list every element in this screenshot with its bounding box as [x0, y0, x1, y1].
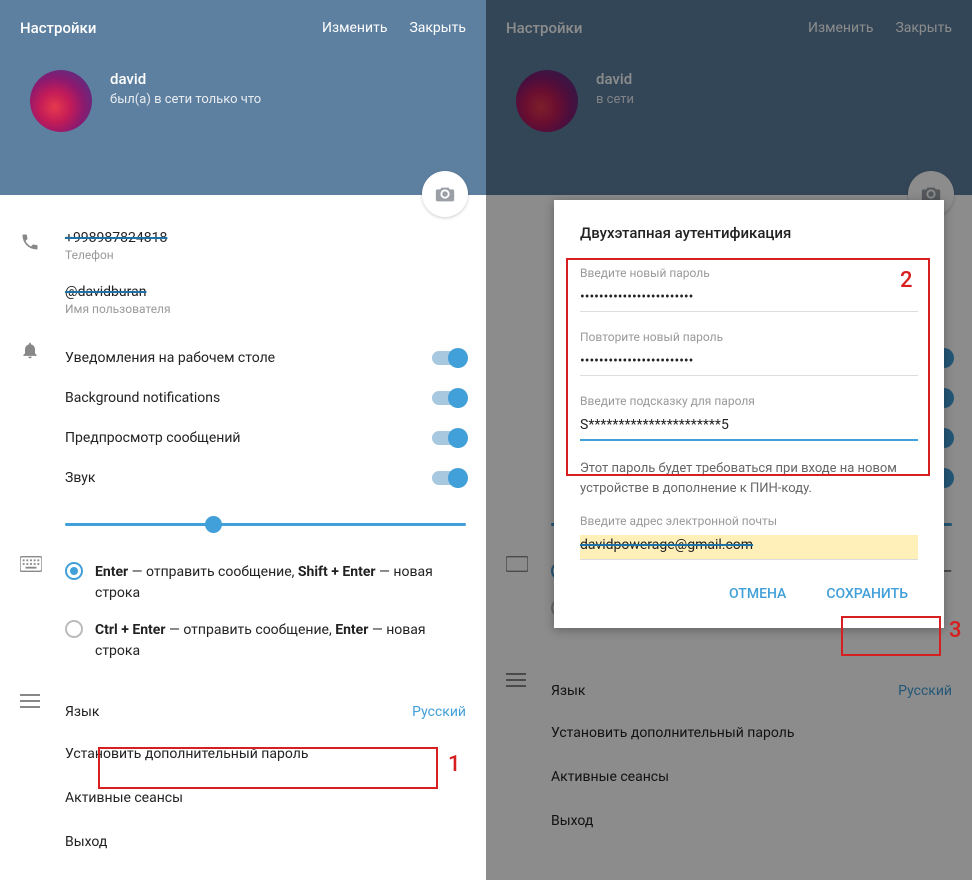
toggle[interactable]	[432, 471, 466, 485]
dialog-note: Этот пароль будет требоваться при входе …	[580, 459, 918, 498]
page-title: Настройки	[20, 19, 300, 37]
username-value[interactable]: @davidburan	[65, 284, 466, 300]
settings-content: +998987824818 Телефон @davidburan Имя по…	[0, 195, 486, 880]
cancel-button[interactable]: ОТМЕНА	[719, 578, 796, 610]
toggle[interactable]	[432, 351, 466, 365]
avatar[interactable]	[30, 70, 92, 132]
camera-icon	[434, 183, 456, 205]
radio-icon	[65, 562, 83, 580]
background-notifications-row[interactable]: Background notifications	[65, 378, 466, 418]
profile-block: david был(а) в сети только что	[0, 55, 486, 195]
annotation-label-2: 2	[900, 268, 913, 293]
new-password-input[interactable]	[580, 287, 918, 312]
hint-input[interactable]	[580, 415, 918, 441]
settings-panel-step2: Настройки Изменить Закрыть david в сети …	[486, 0, 972, 880]
message-preview-row[interactable]: Предпросмотр сообщений	[65, 418, 466, 458]
keyboard-icon	[20, 556, 42, 572]
change-photo-button[interactable]	[422, 171, 468, 217]
toggle[interactable]	[432, 431, 466, 445]
repeat-password-input[interactable]	[580, 351, 918, 376]
toggle[interactable]	[432, 391, 466, 405]
email-label: Введите адрес электронной почты	[580, 514, 918, 528]
hint-label: Введите подсказку для пароля	[580, 394, 918, 408]
email-input[interactable]	[580, 535, 918, 560]
send-enter-option[interactable]: Enter — отправить сообщение, Shift + Ent…	[65, 554, 466, 612]
settings-panel-step1: Настройки Изменить Закрыть david был(а) …	[0, 0, 486, 880]
profile-status: был(а) в сети только что	[110, 92, 261, 107]
save-button[interactable]: СОХРАНИТЬ	[816, 578, 918, 610]
annotation-label-3: 3	[949, 618, 962, 643]
bell-icon	[20, 340, 40, 360]
username-label: Имя пользователя	[65, 302, 466, 316]
new-password-label: Введите новый пароль	[580, 266, 918, 280]
set-additional-password[interactable]: Установить дополнительный пароль	[65, 732, 466, 776]
phone-value[interactable]: +998987824818	[65, 230, 466, 246]
header: Настройки Изменить Закрыть	[0, 0, 486, 55]
phone-icon	[20, 232, 40, 252]
radio-icon	[65, 620, 83, 638]
active-sessions[interactable]: Активные сеансы	[65, 776, 466, 820]
two-step-dialog: Двухэтапная аутентификация Введите новый…	[554, 200, 944, 628]
close-button[interactable]: Закрыть	[409, 20, 466, 36]
annotation-label-1: 1	[448, 752, 461, 777]
edit-button[interactable]: Изменить	[322, 20, 387, 36]
repeat-password-label: Повторите новый пароль	[580, 330, 918, 344]
menu-icon	[20, 694, 40, 708]
language-row[interactable]: Язык Русский	[65, 692, 466, 732]
profile-name: david	[110, 70, 261, 88]
volume-slider[interactable]	[65, 523, 466, 526]
phone-label: Телефон	[65, 248, 466, 262]
exit[interactable]: Выход	[65, 820, 466, 864]
desktop-notifications-row[interactable]: Уведомления на рабочем столе	[65, 338, 466, 378]
send-ctrl-enter-option[interactable]: Ctrl + Enter — отправить сообщение, Ente…	[65, 612, 466, 670]
sound-row[interactable]: Звук	[65, 458, 466, 498]
dialog-title: Двухэтапная аутентификация	[580, 224, 918, 242]
